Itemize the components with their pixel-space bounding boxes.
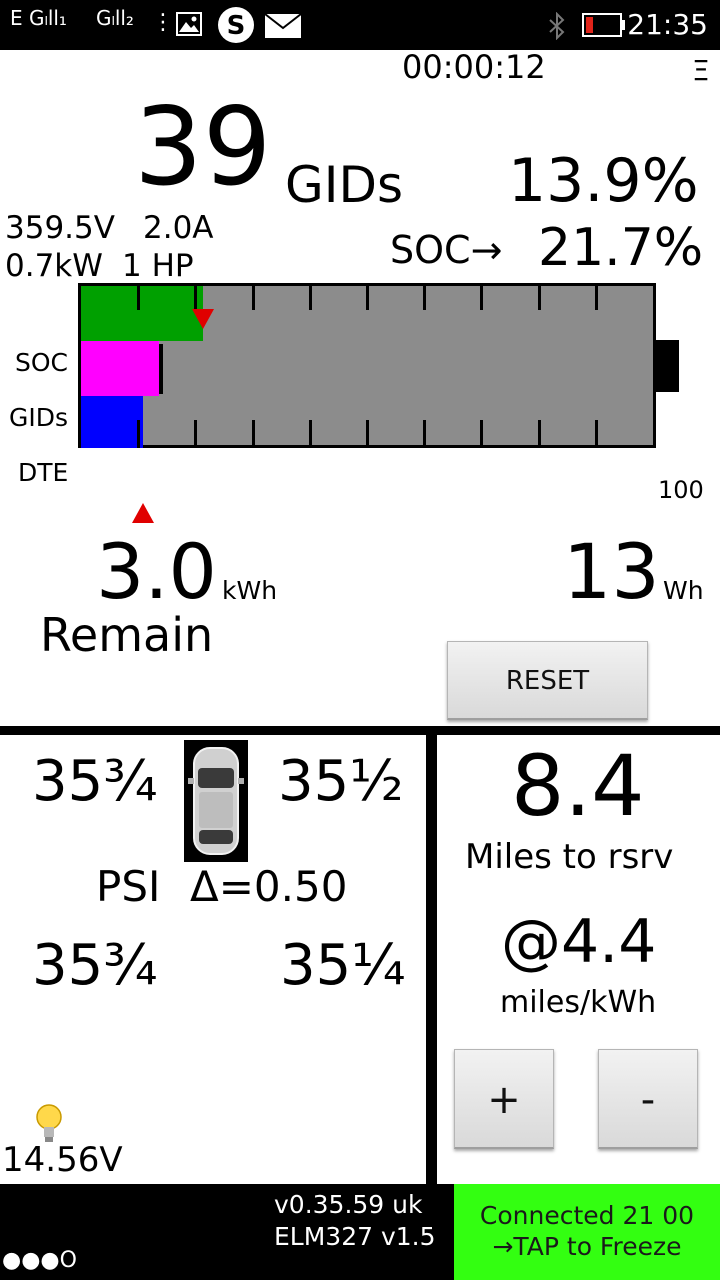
skype-icon: S: [218, 7, 254, 43]
menu-icon[interactable]: Ξ: [692, 54, 710, 87]
connection-status-text: Connected 21 00: [479, 1201, 695, 1230]
chart-tick-bottom: [538, 420, 541, 448]
chart-tick-top: [366, 286, 369, 310]
battery-terminal: [656, 340, 679, 392]
pack-current: 2.0A: [143, 210, 214, 246]
car-top-view-icon: [184, 740, 248, 862]
efficiency-plus-button[interactable]: +: [454, 1049, 554, 1149]
efficiency-minus-button[interactable]: -: [598, 1049, 698, 1149]
row-label-gids: GIDs: [9, 403, 69, 432]
psi-label: PSI: [96, 862, 161, 911]
chart-tick-top: [595, 286, 598, 310]
battery-icon: [582, 13, 625, 37]
pack-power: 0.7kW: [5, 248, 103, 284]
soc-bar: [81, 286, 203, 341]
trip-timer: 00:00:12: [402, 48, 546, 86]
chart-tick-top: [538, 286, 541, 310]
dte-bar: [81, 396, 143, 448]
mail-icon: [264, 13, 302, 38]
row-label-soc: SOC: [15, 348, 69, 377]
energy-remaining-unit: kWh: [222, 576, 278, 605]
reset-button[interactable]: RESET: [447, 641, 648, 720]
svg-text:S: S: [227, 11, 246, 41]
gids-unit: GIDs: [285, 156, 404, 214]
chart-tick-top: [252, 286, 255, 310]
chart-tick-bottom: [480, 420, 483, 448]
soc-marker-icon: [192, 309, 214, 329]
gids-bar: [81, 341, 159, 396]
gids-bar-end: [159, 344, 163, 394]
horsepower: 1 HP: [122, 248, 194, 284]
chart-tick-top: [480, 286, 483, 310]
status-bar: E Gₗll₁ Gₗll₂ ⋮ S 21:35: [0, 0, 720, 50]
battery-chart: [78, 283, 656, 448]
chart-max-label: 100: [658, 476, 704, 504]
tire-rear-right: 35¼: [280, 933, 406, 998]
pressure-delta: Δ=0.50: [190, 862, 348, 911]
sim1-signal-icon: E Gₗll₁: [10, 6, 67, 30]
miles-to-reserve-label: Miles to rsrv: [465, 837, 674, 877]
chart-tick-bottom: [137, 420, 140, 448]
chart-tick-bottom: [595, 420, 598, 448]
more-notifications-icon: ⋮: [152, 10, 174, 35]
chart-tick-bottom: [194, 420, 197, 448]
connection-status-button[interactable]: Connected 21 00 →TAP to Freeze: [454, 1184, 720, 1280]
energy-remaining-value: 3.0: [96, 527, 217, 616]
chart-tick-top: [137, 286, 140, 310]
app-version: v0.35.59 uk: [274, 1190, 423, 1219]
aux-battery-voltage: 14.56V: [2, 1140, 123, 1180]
dte-marker-icon: [132, 503, 154, 523]
energy-remaining-label: Remain: [40, 608, 214, 662]
chart-tick-bottom: [252, 420, 255, 448]
energy-used-value: 13: [563, 527, 660, 616]
tap-to-freeze-text: →TAP to Freeze: [492, 1232, 682, 1261]
page-indicator-dots: ●●●O: [2, 1248, 77, 1273]
chart-tick-bottom: [309, 420, 312, 448]
pack-voltage: 359.5V: [5, 210, 115, 246]
chart-tick-top: [194, 286, 197, 310]
soc-value: 21.7%: [538, 218, 704, 278]
bluetooth-icon: [549, 12, 565, 40]
gids-value: 39: [134, 85, 272, 210]
elm-version: ELM327 v1.5: [274, 1222, 436, 1251]
soc-label: SOC→: [390, 228, 503, 272]
tire-rear-left: 35¾: [32, 933, 158, 998]
efficiency-unit: miles/kWh: [500, 985, 657, 1020]
efficiency-value: @4.4: [501, 907, 657, 977]
chart-tick-bottom: [423, 420, 426, 448]
sim2-signal-icon: Gₗll₂: [96, 6, 134, 30]
tire-front-left: 35¾: [32, 749, 158, 814]
energy-used-unit: Wh: [663, 576, 704, 605]
chart-tick-top: [423, 286, 426, 310]
chart-tick-top: [309, 286, 312, 310]
gids-percent: 13.9%: [508, 146, 699, 216]
chart-tick-bottom: [366, 420, 369, 448]
miles-to-reserve-value: 8.4: [511, 737, 645, 835]
row-label-dte: DTE: [18, 458, 69, 487]
clock: 21:35: [627, 8, 708, 41]
gallery-icon: [176, 12, 202, 36]
tire-front-right: 35½: [278, 749, 404, 814]
